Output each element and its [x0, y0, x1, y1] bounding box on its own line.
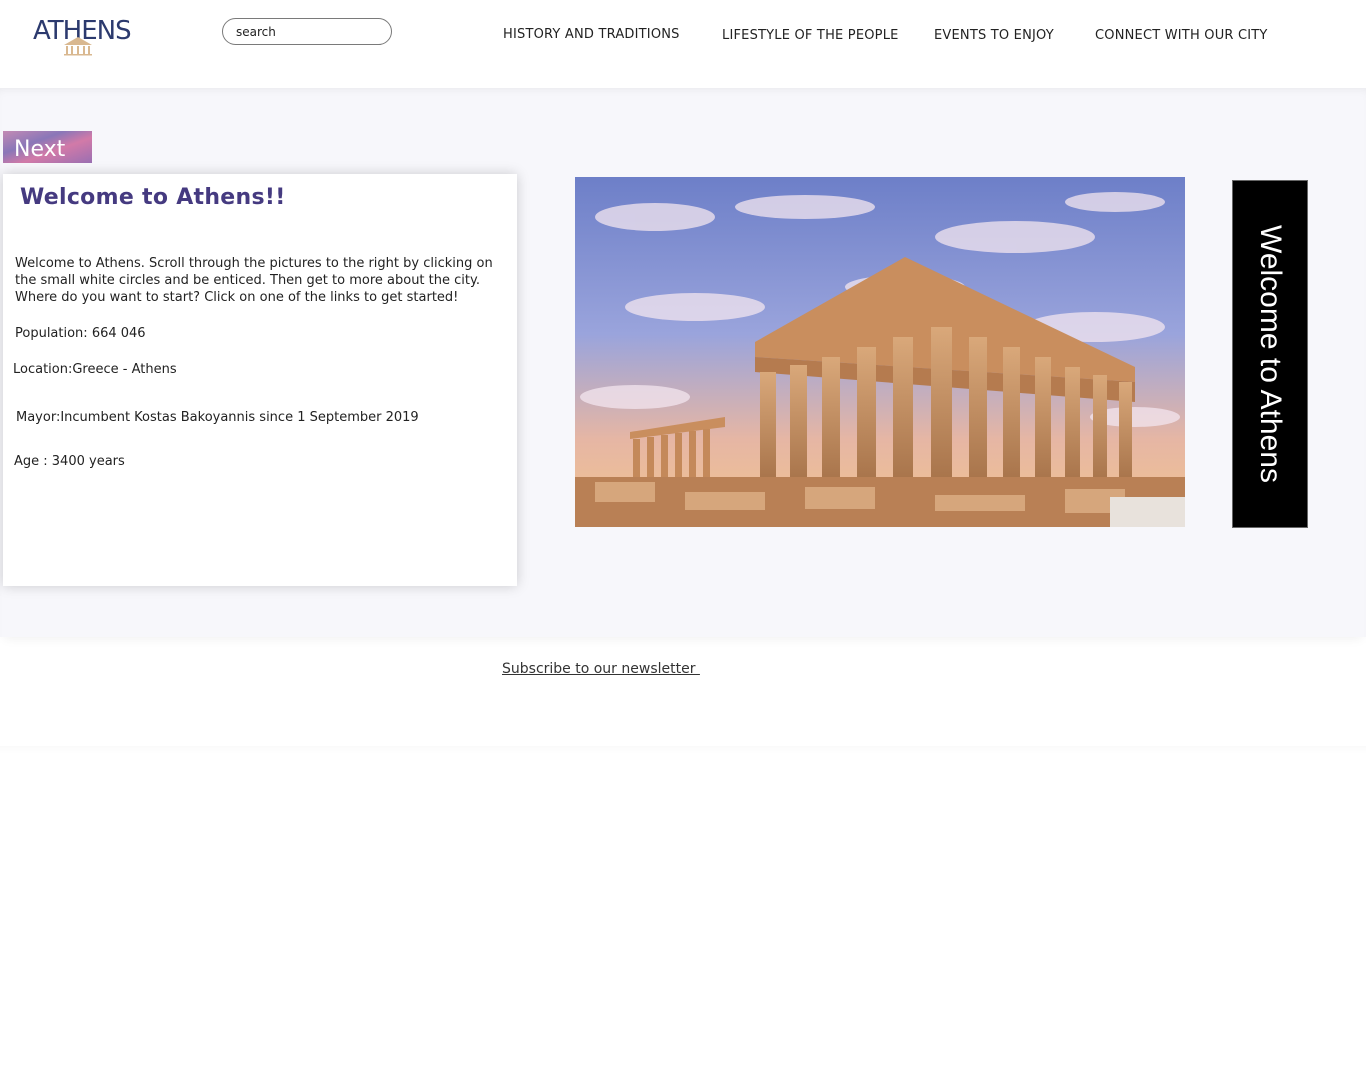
mayor-text: Mayor:Incumbent Kostas Bakoyannis since …	[16, 410, 419, 425]
search-input[interactable]	[222, 18, 392, 45]
next-button[interactable]: Next	[3, 131, 92, 163]
welcome-side-banner: Welcome to Athens	[1232, 180, 1308, 528]
site-header: ATHENS HISTORY AND TRADITIONS LIFESTYLE …	[0, 0, 1366, 88]
footer-divider	[0, 746, 1366, 754]
side-banner-text: Welcome to Athens	[1254, 225, 1287, 483]
parthenon-image	[575, 177, 1185, 527]
intro-text: Welcome to Athens. Scroll through the pi…	[15, 256, 493, 305]
nav-events-enjoy[interactable]: EVENTS TO ENJOY	[934, 28, 1054, 43]
welcome-card: Welcome to Athens!! Welcome to Athens. S…	[3, 174, 517, 586]
population-text: Population: 664 046	[15, 326, 146, 341]
nav-history-traditions[interactable]: HISTORY AND TRADITIONS	[503, 27, 680, 42]
subscribe-link[interactable]: Subscribe to our newsletter	[502, 661, 700, 677]
parthenon-illustration	[575, 177, 1185, 527]
temple-icon	[64, 37, 92, 56]
age-text: Age : 3400 years	[14, 454, 125, 469]
nav-connect-city[interactable]: CONNECT WITH OUR CITY	[1095, 28, 1268, 43]
nav-lifestyle-people[interactable]: LIFESTYLE OF THE PEOPLE	[722, 28, 899, 43]
athens-logo[interactable]: ATHENS	[33, 16, 132, 58]
location-text: Location:Greece - Athens	[13, 362, 177, 377]
card-title: Welcome to Athens!!	[20, 185, 286, 210]
